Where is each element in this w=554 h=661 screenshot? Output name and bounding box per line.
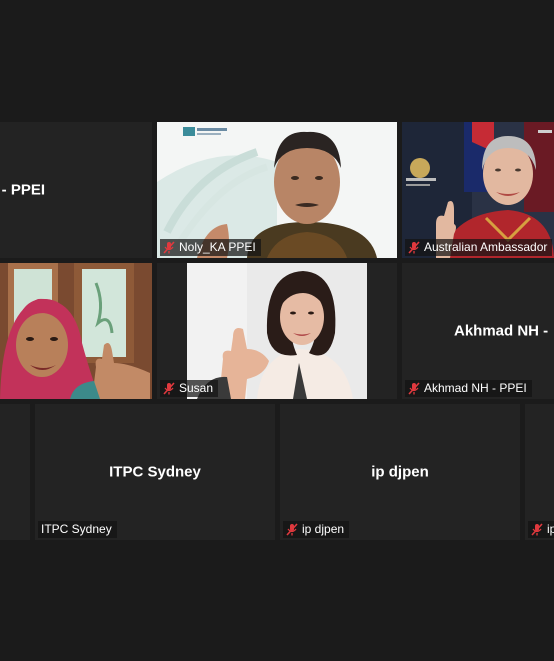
participant-tile-akhmad[interactable]: Akhmad NH - Akhmad NH - PPEI — [402, 263, 554, 399]
participant-name-tag: Akhmad NH - PPEI — [405, 380, 532, 397]
mic-muted-icon — [286, 523, 298, 536]
participant-video — [157, 122, 397, 258]
participant-label: ip — [547, 522, 554, 536]
participant-label: Akhmad NH - PPEI — [424, 381, 527, 395]
participant-label: Susan — [179, 381, 214, 395]
participant-name-tag: ip djpen — [283, 521, 350, 538]
participant-video — [402, 122, 554, 258]
mic-muted-icon — [531, 523, 543, 536]
mic-muted-icon — [163, 382, 175, 395]
participant-tile-ip-djpen[interactable]: ip djpen ip djpen — [280, 404, 520, 540]
participant-name: ITPC Sydney — [109, 463, 201, 481]
participant-name-tag: ITPC Sydney — [38, 521, 117, 538]
participant-tile-susan[interactable]: Susan — [157, 263, 397, 399]
participant-tile-dila[interactable]: Dila - PPEI — [0, 122, 152, 258]
participant-name: Dila - PPEI — [0, 181, 46, 199]
mic-muted-icon — [163, 241, 175, 254]
participant-tile-australian-ambassador[interactable]: Australian Ambassador — [402, 122, 554, 258]
participant-tile-noly[interactable]: Noly_KA PPEI — [157, 122, 397, 258]
participant-label: ITPC Sydney — [41, 522, 112, 536]
participant-label: Noly_KA PPEI — [179, 240, 256, 254]
participant-video — [0, 263, 152, 399]
participant-tile-hijab[interactable] — [0, 263, 152, 399]
participant-name: ip djpen — [371, 463, 429, 481]
participant-tile-itpc-sydney[interactable]: ITPC Sydney ITPC Sydney — [35, 404, 275, 540]
participant-name-tag: ip — [528, 521, 554, 538]
participant-name-tag: Australian Ambassador — [405, 239, 553, 256]
mic-muted-icon — [408, 382, 420, 395]
participant-name-tag: Noly_KA PPEI — [160, 239, 261, 256]
participant-label: ip djpen — [302, 522, 345, 536]
mic-muted-icon — [408, 241, 420, 254]
participant-video — [157, 263, 397, 399]
participant-name-tag: Susan — [160, 380, 219, 397]
participant-name: Akhmad NH - — [454, 322, 549, 340]
participant-tile-left-partial[interactable] — [0, 404, 30, 540]
participant-label: Australian Ambassador — [424, 240, 548, 254]
participant-tile-right-partial[interactable]: ip — [525, 404, 554, 540]
